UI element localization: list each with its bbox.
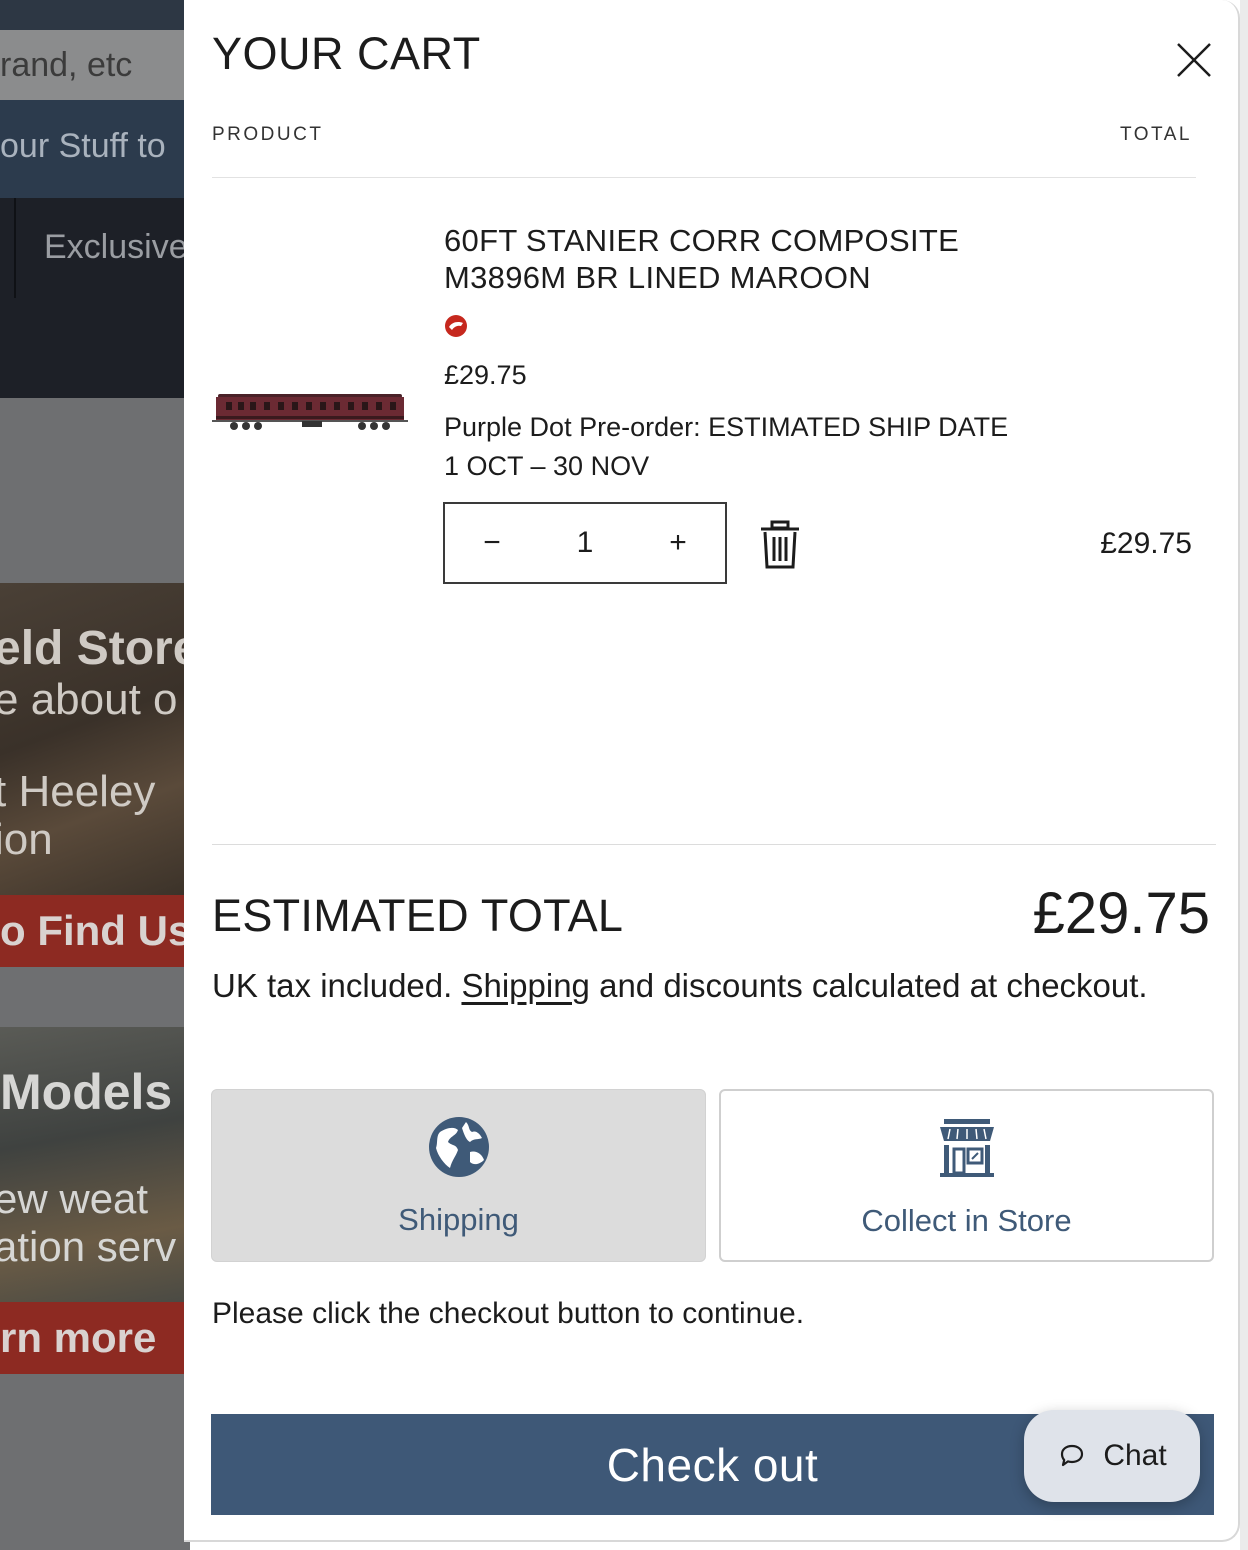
checkout-instruction: Please click the checkout button to cont… xyxy=(212,1297,805,1330)
pre-order-badge xyxy=(444,314,468,338)
background-gap xyxy=(0,398,190,583)
tax-note-prefix: UK tax included. xyxy=(212,967,462,1004)
remove-item-button[interactable] xyxy=(758,520,802,570)
background-store-line: e about o xyxy=(0,675,178,724)
background-gap xyxy=(0,1374,190,1550)
cart-title: YOUR CART xyxy=(212,28,481,79)
background-store-banner: eld Store e about o t Heeley ion xyxy=(0,583,190,895)
background-store-line: ion xyxy=(0,815,53,864)
shipping-option[interactable]: Shipping xyxy=(211,1089,706,1262)
line-item-total: £29.75 xyxy=(1100,527,1192,560)
shipping-option-label: Shipping xyxy=(398,1202,519,1237)
tax-note: UK tax included. Shipping and discounts … xyxy=(212,962,1152,1009)
collect-in-store-option-label: Collect in Store xyxy=(861,1203,1072,1238)
increase-quantity-button[interactable]: + xyxy=(631,504,725,582)
background-top-strip xyxy=(0,0,190,30)
storefront-icon xyxy=(939,1119,994,1177)
summary-divider xyxy=(212,844,1216,845)
background-nav-divider xyxy=(14,198,16,298)
chat-button[interactable]: Chat xyxy=(1024,1410,1200,1502)
purple-dot-icon xyxy=(445,315,467,337)
background-models-title: Models xyxy=(0,1064,173,1120)
globe-icon xyxy=(428,1117,489,1177)
tax-note-suffix: and discounts calculated at checkout. xyxy=(589,967,1148,1004)
background-find-us-button: o Find Us xyxy=(0,895,190,967)
background-nav: Exclusive xyxy=(0,198,190,398)
estimated-total-value: £29.75 xyxy=(1032,881,1210,946)
background-page: rand, etc our Stuff to Exclusive eld Sto… xyxy=(0,0,190,1550)
pre-order-note: Purple Dot Pre-order: ESTIMATED SHIP DAT… xyxy=(444,412,1009,481)
collect-in-store-option[interactable]: Collect in Store xyxy=(719,1089,1214,1262)
quantity-stepper: − 1 + xyxy=(443,502,727,584)
background-models-line: ation serv xyxy=(0,1223,177,1270)
background-sell-banner: our Stuff to xyxy=(0,100,190,198)
background-models-line: ew weat xyxy=(0,1175,149,1222)
background-gap xyxy=(0,967,190,1027)
column-header-product: PRODUCT xyxy=(212,124,324,145)
background-nav-item: Exclusive xyxy=(44,228,188,266)
background-learn-more-button: rn more xyxy=(0,1302,190,1374)
close-button[interactable] xyxy=(1172,38,1216,82)
close-icon xyxy=(1177,43,1211,77)
estimated-total-label: ESTIMATED TOTAL xyxy=(212,890,624,941)
column-header-total: TOTAL xyxy=(1120,124,1192,145)
header-divider xyxy=(212,177,1196,178)
shipping-policy-link[interactable]: Shipping xyxy=(461,967,589,1004)
quantity-value[interactable]: 1 xyxy=(539,526,631,560)
product-thumbnail[interactable] xyxy=(212,380,408,440)
chat-bubble-icon xyxy=(1061,1444,1084,1467)
cart-drawer: YOUR CART PRODUCT TOTAL 60FT STANIER COR… xyxy=(184,0,1240,1542)
decrease-quantity-button[interactable]: − xyxy=(445,504,539,582)
background-store-title: eld Store xyxy=(0,622,190,675)
background-models-banner: Models ew weat ation serv xyxy=(0,1027,190,1302)
drawer-edge xyxy=(1240,0,1248,1550)
railway-coach-image xyxy=(212,394,408,430)
product-title[interactable]: 60FT STANIER CORR COMPOSITE M3896M BR LI… xyxy=(444,222,1064,296)
background-search-field: rand, etc xyxy=(0,30,190,100)
product-unit-price: £29.75 xyxy=(444,360,527,390)
chat-label: Chat xyxy=(1103,1439,1167,1472)
trash-icon xyxy=(761,520,799,569)
background-store-line: t Heeley xyxy=(0,767,156,816)
